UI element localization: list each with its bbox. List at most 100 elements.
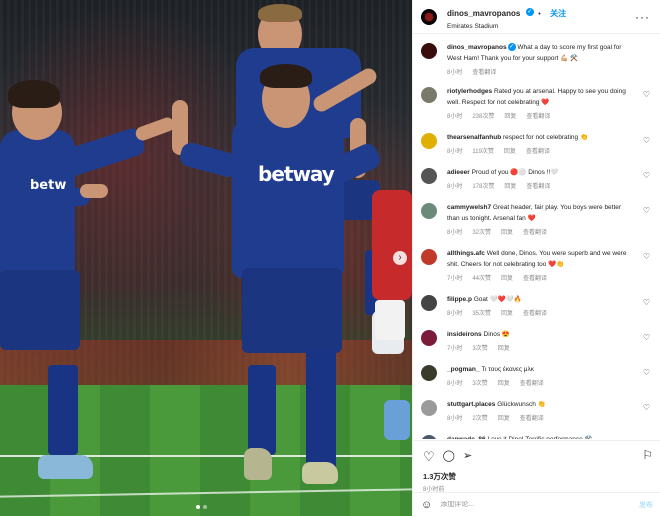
comment-like-icon[interactable]: ♡ xyxy=(643,171,650,180)
comment-text: Dinos 😍 xyxy=(483,331,511,338)
commenter-username[interactable]: adieeer xyxy=(447,169,470,176)
comment-likes[interactable]: 3次赞 xyxy=(472,343,487,352)
reply-button[interactable]: 回复 xyxy=(501,227,513,236)
commenter-avatar[interactable] xyxy=(421,295,437,311)
translate-button[interactable]: 查看翻译 xyxy=(520,413,544,422)
comment-likes[interactable]: 119次赞 xyxy=(472,146,494,155)
location-link[interactable]: Emirates Stadium xyxy=(447,23,566,30)
translate-button[interactable]: 查看翻译 xyxy=(526,181,550,190)
commenter-avatar[interactable] xyxy=(421,87,437,103)
reply-button[interactable]: 回复 xyxy=(504,146,516,155)
comment-item: filippe.p Goat 🤍❤️🤍🔥 8小时 35次赞 回复 查看翻译 ♡ xyxy=(421,294,652,317)
comment-likes[interactable]: 35次赞 xyxy=(472,308,491,317)
comment-like-icon[interactable]: ♡ xyxy=(643,438,650,439)
post-header: dinos_mavropanos ✓ • 关注 Emirates Stadium… xyxy=(413,0,660,34)
commenter-username[interactable]: stuttgart.places xyxy=(447,401,495,408)
commenter-username[interactable]: thearsenalfanhub xyxy=(447,134,501,141)
reply-button[interactable]: 回复 xyxy=(504,181,516,190)
commenter-avatar[interactable] xyxy=(421,168,437,184)
commenter-avatar[interactable] xyxy=(421,330,437,346)
post-comment-button[interactable]: 发布 xyxy=(639,500,653,510)
comment-like-icon[interactable]: ♡ xyxy=(643,206,650,215)
follow-button[interactable]: 关注 xyxy=(550,9,566,18)
comment-like-icon[interactable]: ♡ xyxy=(643,90,650,99)
comment-likes[interactable]: 238次赞 xyxy=(472,111,494,120)
like-icon[interactable]: ♡ xyxy=(423,450,435,463)
next-slide-button[interactable]: › xyxy=(393,251,407,265)
comment-item: stuttgart.places Glückwunsch 👏 8小时 2次赞 回复 查看… xyxy=(421,399,652,422)
share-icon[interactable]: ➢ xyxy=(463,450,472,462)
comment-time: 8小时 xyxy=(447,114,463,120)
commenter-avatar[interactable] xyxy=(421,400,437,416)
commenter-username[interactable]: insideirons xyxy=(447,331,482,338)
comment-text: respect for not celebrating 👏 xyxy=(503,134,589,141)
separator-dot: • xyxy=(538,11,541,18)
commenter-avatar[interactable] xyxy=(421,435,437,439)
post-photo[interactable]: betw betway › xyxy=(0,0,412,516)
save-icon[interactable]: ⚐ xyxy=(642,448,653,462)
comment-icon[interactable]: ◯ xyxy=(443,450,455,462)
comment-time: 8小时 xyxy=(447,416,463,422)
translate-button[interactable]: 查看翻译 xyxy=(523,273,547,282)
comment-text: Proud of you 🔴⚪ Dinos !!🤍 xyxy=(471,169,559,176)
comment-likes[interactable]: 2次赞 xyxy=(472,413,487,422)
commenter-username[interactable]: riotylerhodges xyxy=(447,88,492,95)
author-username[interactable]: dinos_mavropanos xyxy=(447,9,520,18)
commenter-username[interactable]: _pogman_ xyxy=(447,366,480,373)
more-options-icon[interactable]: ··· xyxy=(635,10,650,24)
translate-button[interactable]: 查看翻译 xyxy=(523,308,547,317)
commenter-username[interactable]: cammywelsh7 xyxy=(447,204,491,211)
comment-likes[interactable]: 178次赞 xyxy=(472,181,494,190)
reply-button[interactable]: 回复 xyxy=(504,111,516,120)
reply-button[interactable]: 回复 xyxy=(501,308,513,317)
translate-button[interactable]: 查看翻译 xyxy=(526,111,550,120)
comment-likes[interactable]: 32次赞 xyxy=(472,227,491,236)
commenter-avatar[interactable] xyxy=(421,203,437,219)
emoji-icon[interactable]: ☺ xyxy=(421,499,432,511)
comments-list[interactable]: dinos_mavropanos ✓ What a day to score my… xyxy=(413,34,660,439)
commenter-avatar[interactable] xyxy=(421,249,437,265)
commenter-username[interactable]: filippe.p xyxy=(447,296,472,303)
translate-button[interactable]: 查看翻译 xyxy=(472,67,496,76)
comment-time: 8小时 xyxy=(447,149,463,155)
comment-likes[interactable]: 3次赞 xyxy=(472,378,487,387)
reply-button[interactable]: 回复 xyxy=(498,413,510,422)
commenter-avatar[interactable] xyxy=(421,133,437,149)
comment-like-icon[interactable]: ♡ xyxy=(643,298,650,307)
sponsor-logo: betway xyxy=(258,162,335,186)
commenter-username[interactable]: dinos_mavropanos xyxy=(447,44,507,51)
likes-count[interactable]: 1.3万次赞 xyxy=(423,471,651,482)
comment-item: danwade_86 Love it Dino! Terrific perfor… xyxy=(421,434,652,439)
verified-icon: ✓ xyxy=(507,43,516,52)
reply-button[interactable]: 回复 xyxy=(501,273,513,282)
comment-item: allthings.afc Well done, Dinos. You were… xyxy=(421,248,652,282)
comment-time: 8小时 xyxy=(447,230,463,236)
comment-like-icon[interactable]: ♡ xyxy=(643,403,650,412)
caption: dinos_mavropanos ✓ What a day to score my… xyxy=(421,42,652,76)
reply-button[interactable]: 回复 xyxy=(498,343,510,352)
comment-item: adieeer Proud of you 🔴⚪ Dinos !!🤍 8小时 178次… xyxy=(421,167,652,190)
comment-item: cammywelsh7 Great header, fair play. You… xyxy=(421,202,652,236)
post-actions: ♡ ◯ ➢ ⚐ 1.3万次赞 8小时前 xyxy=(413,440,660,493)
reply-button[interactable]: 回复 xyxy=(498,378,510,387)
comment-like-icon[interactable]: ♡ xyxy=(643,252,650,261)
commenter-avatar[interactable] xyxy=(421,365,437,381)
commenter-username[interactable]: danwade_86 xyxy=(447,436,486,439)
comment-input[interactable] xyxy=(440,501,639,508)
translate-button[interactable]: 查看翻译 xyxy=(520,378,544,387)
carousel-dots xyxy=(196,505,207,509)
comment-like-icon[interactable]: ♡ xyxy=(643,136,650,145)
comment-like-icon[interactable]: ♡ xyxy=(643,333,650,342)
comment-text: Goat 🤍❤️🤍🔥 xyxy=(473,296,523,303)
author-avatar[interactable] xyxy=(421,8,437,25)
comment-time: 8小时 xyxy=(447,70,463,76)
comment-time: 8小时 xyxy=(447,184,463,190)
comment-time: 8小时 xyxy=(447,311,463,317)
sponsor-logo-left: betw xyxy=(30,178,67,193)
translate-button[interactable]: 查看翻译 xyxy=(523,227,547,236)
comment-likes[interactable]: 44次赞 xyxy=(472,273,491,282)
translate-button[interactable]: 查看翻译 xyxy=(526,146,550,155)
comment-like-icon[interactable]: ♡ xyxy=(643,368,650,377)
commenter-avatar[interactable] xyxy=(421,43,437,59)
commenter-username[interactable]: allthings.afc xyxy=(447,250,485,257)
